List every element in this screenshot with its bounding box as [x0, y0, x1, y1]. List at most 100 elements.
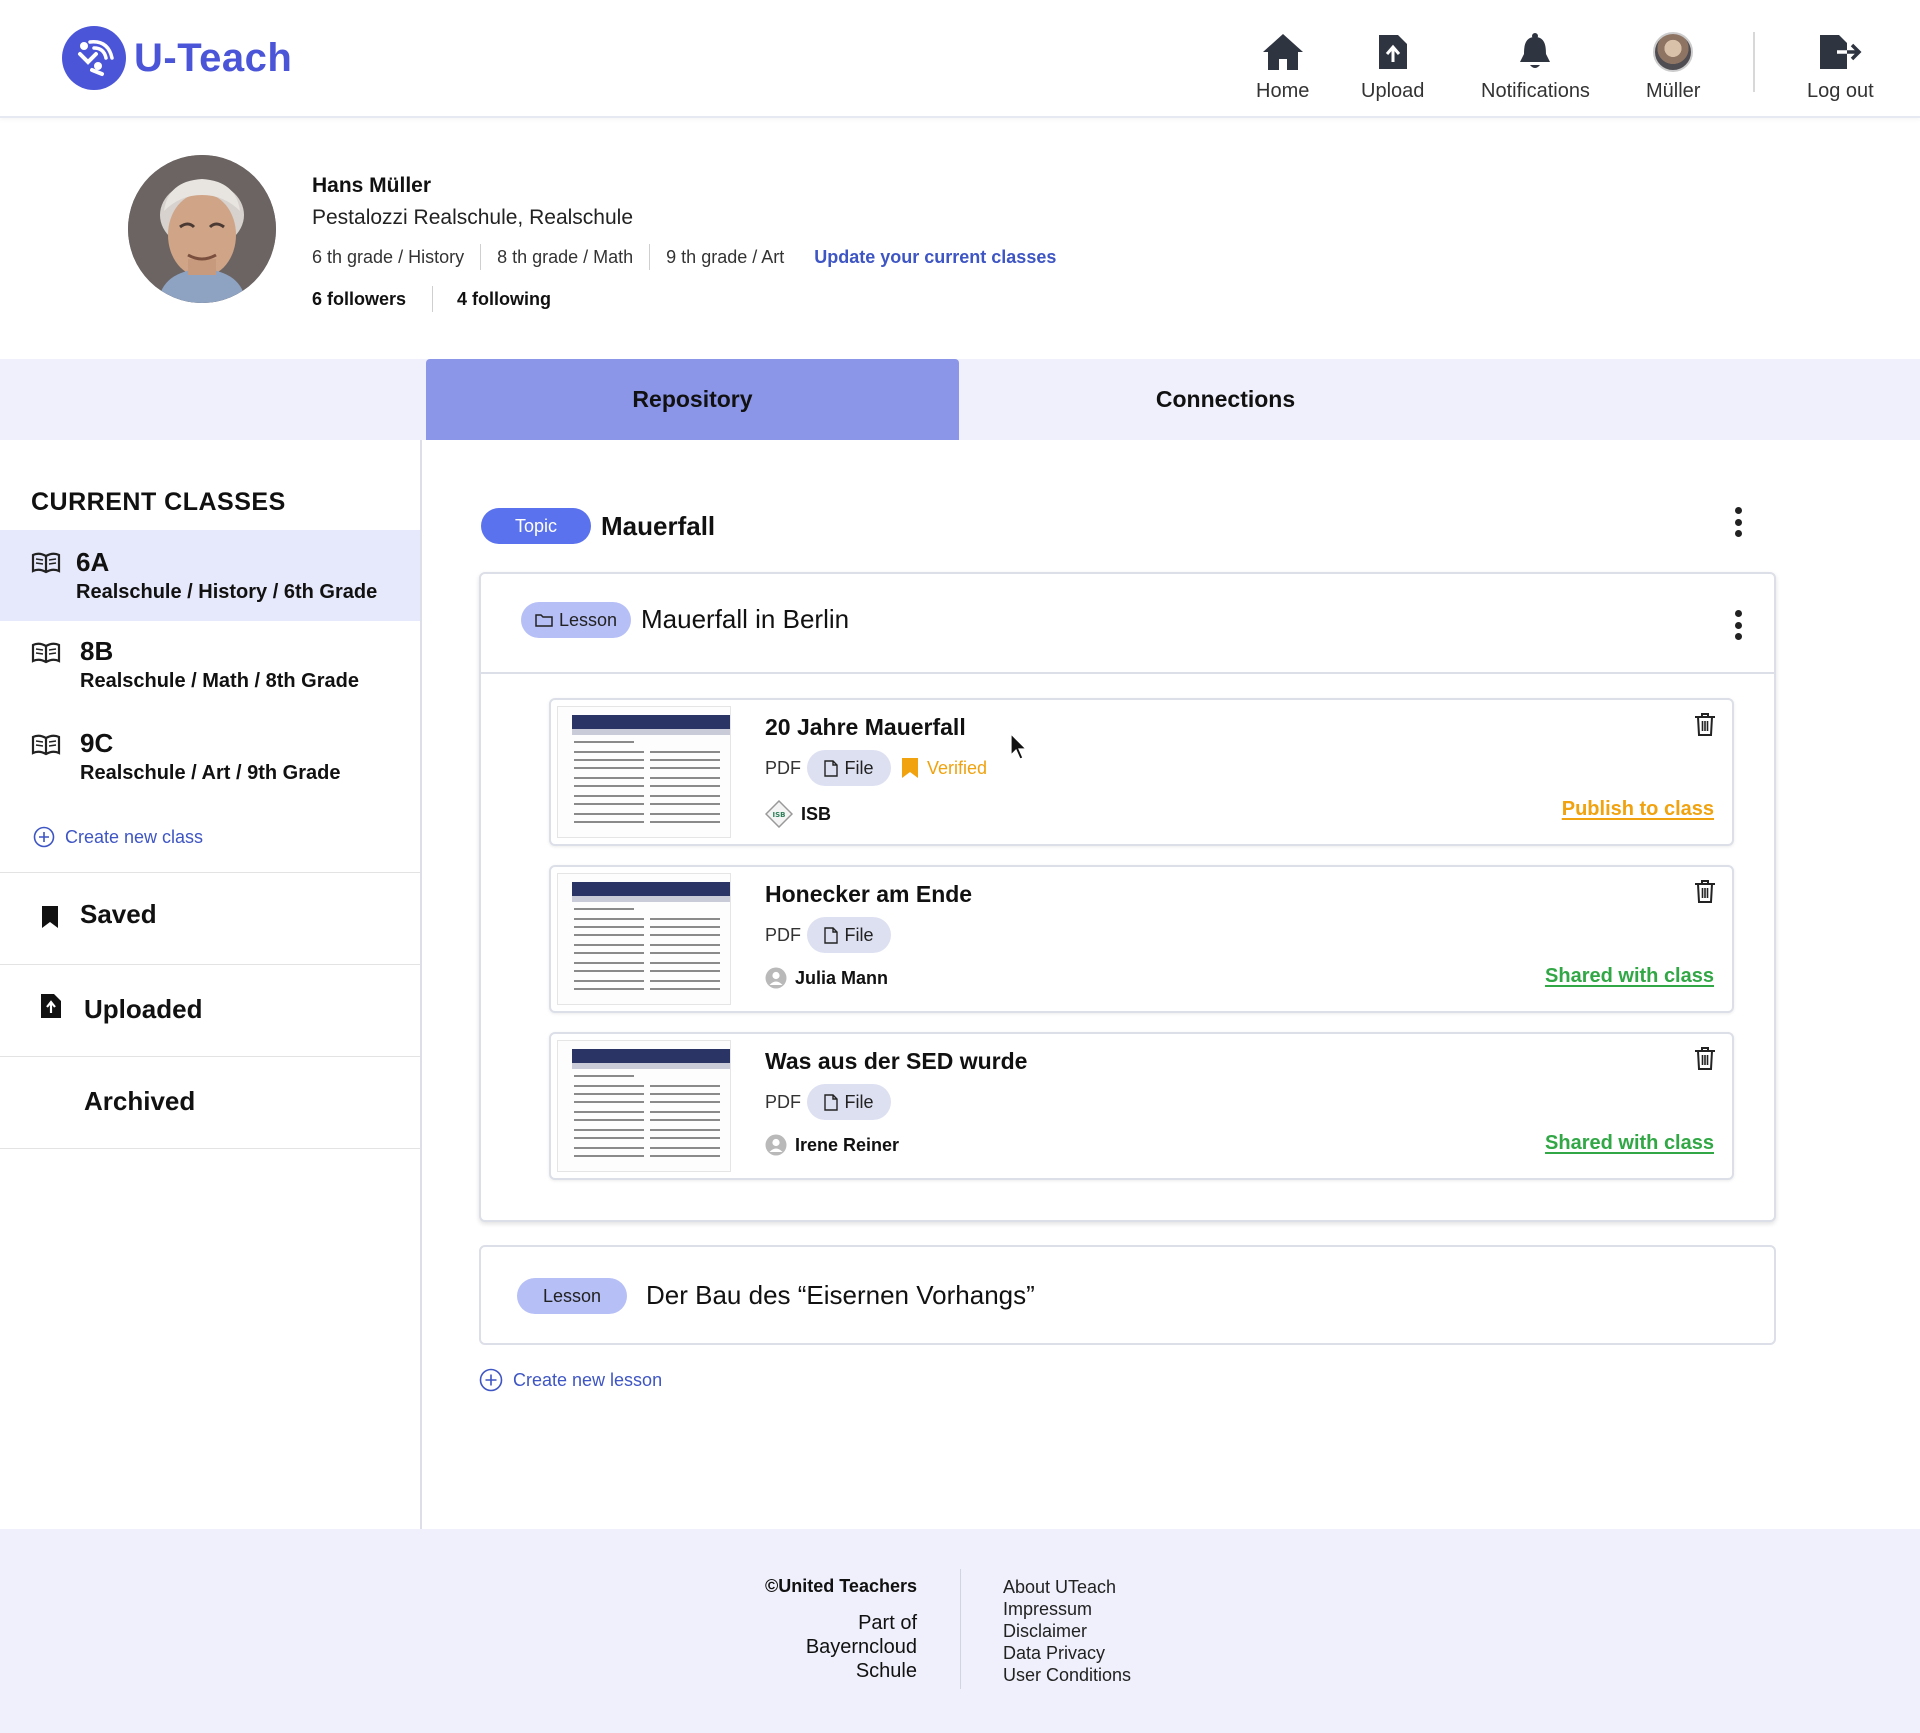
topic-header: Topic Mauerfall — [481, 508, 715, 544]
sidebar-title: CURRENT CLASSES — [31, 488, 286, 516]
trash-icon[interactable] — [1694, 712, 1716, 741]
nav-divider — [1753, 32, 1755, 92]
user-circle-icon — [765, 1134, 787, 1156]
shared-with-class-link[interactable]: Shared with class — [1545, 965, 1714, 988]
footer-link-user-conditions[interactable]: User Conditions — [1003, 1664, 1131, 1686]
file-type: PDF — [765, 1091, 801, 1112]
file-button-label: File — [844, 757, 874, 778]
avatar — [1653, 32, 1694, 72]
lesson-card-collapsed[interactable]: Lesson Der Bau des “Eisernen Vorhangs” — [479, 1245, 1776, 1345]
footer-links: About UTeach Impressum Disclaimer Data P… — [1003, 1576, 1131, 1686]
nav-notifications[interactable]: Notifications — [1481, 26, 1590, 103]
nav-user[interactable]: Müller — [1646, 26, 1700, 103]
sidebar-archived[interactable]: Archived — [0, 1057, 420, 1145]
trash-icon[interactable] — [1694, 1046, 1716, 1075]
footer: ©United Teachers Part of Bayerncloud Sch… — [0, 1529, 1920, 1733]
footer-part-of: Part of Bayerncloud Schule — [805, 1612, 917, 1682]
lesson-header: Lesson Mauerfall in Berlin — [481, 574, 1774, 674]
file-button[interactable]: File — [807, 1084, 891, 1120]
logo[interactable]: U-Teach — [62, 26, 292, 90]
shared-with-class-link[interactable]: Shared with class — [1545, 1132, 1714, 1155]
create-class-button[interactable]: Create new class — [33, 826, 203, 848]
file-type: PDF — [765, 757, 801, 778]
sidebar-class-6a[interactable]: 6A Realschule / History / 6th Grade — [0, 530, 420, 621]
followers-count[interactable]: 6 followers — [312, 286, 434, 312]
home-icon — [1261, 26, 1305, 72]
file-title[interactable]: Honecker am Ende — [765, 881, 972, 908]
footer-link-disclaimer[interactable]: Disclaimer — [1003, 1620, 1131, 1642]
sidebar-class-9c[interactable]: 9C Realschule / Art / 9th Grade — [0, 711, 420, 806]
document-thumbnail — [557, 1040, 731, 1172]
publish-to-class-link[interactable]: Publish to class — [1562, 798, 1714, 821]
footer-link-impressum[interactable]: Impressum — [1003, 1598, 1131, 1620]
file-button[interactable]: File — [807, 917, 891, 953]
document-thumbnail — [557, 873, 731, 1005]
file-icon — [824, 926, 839, 944]
sidebar: CURRENT CLASSES 6A Realschule / History … — [0, 440, 422, 1529]
document-thumbnail — [557, 706, 731, 838]
user-circle-icon — [765, 967, 787, 989]
file-button[interactable]: File — [807, 750, 891, 786]
file-card[interactable]: 20 Jahre Mauerfall PDF File Verified ISB… — [549, 698, 1734, 846]
profile-class-item: 9 th grade / Art — [666, 247, 785, 267]
bookmark-icon — [901, 757, 919, 779]
file-author: Irene Reiner — [765, 1134, 899, 1156]
sidebar-uploaded-label: Uploaded — [84, 994, 203, 1024]
plus-circle-icon — [33, 826, 55, 848]
tab-repository[interactable]: Repository — [426, 359, 959, 440]
nav-notifications-label: Notifications — [1481, 80, 1590, 102]
file-icon — [824, 759, 839, 777]
class-name: 6A — [76, 547, 110, 577]
nav-home[interactable]: Home — [1256, 26, 1309, 103]
trash-icon[interactable] — [1694, 879, 1716, 908]
following-count[interactable]: 4 following — [433, 286, 551, 312]
file-meta: PDF File — [765, 917, 891, 953]
sidebar-saved[interactable]: Saved — [0, 873, 420, 961]
sidebar-uploaded[interactable]: Uploaded — [0, 965, 420, 1053]
file-card[interactable]: Was aus der SED wurde PDF File Irene Rei… — [549, 1032, 1734, 1180]
footer-link-about[interactable]: About UTeach — [1003, 1576, 1131, 1598]
create-lesson-button[interactable]: Create new lesson — [479, 1368, 662, 1392]
topic-title: Mauerfall — [601, 510, 716, 541]
footer-divider — [960, 1569, 961, 1689]
user-avatar-wrap — [1653, 26, 1694, 72]
divider — [0, 1148, 420, 1149]
lesson-title: Mauerfall in Berlin — [641, 604, 850, 634]
lesson-more-icon[interactable] — [1733, 610, 1743, 640]
file-author: Julia Mann — [765, 967, 888, 989]
profile-class-item: 8 th grade / Math — [481, 244, 651, 270]
create-class-label: Create new class — [65, 826, 204, 847]
nav-upload-label: Upload — [1361, 80, 1425, 102]
nav-home-label: Home — [1256, 80, 1310, 102]
file-title[interactable]: 20 Jahre Mauerfall — [765, 714, 966, 741]
file-type: PDF — [765, 924, 801, 945]
topic-more-icon[interactable] — [1733, 507, 1743, 537]
lesson-badge: Lesson — [517, 1278, 627, 1314]
author-name: ISB — [801, 803, 832, 824]
file-author: ISB ISB — [765, 800, 831, 828]
footer-copyright: ©United Teachers — [765, 1576, 917, 1596]
bookmark-icon — [40, 905, 60, 934]
class-desc: Realschule / Math / 8th Grade — [80, 670, 359, 692]
profile-class-item: 6 th grade / History — [312, 244, 482, 270]
logo-mark-icon — [62, 26, 126, 90]
nav-logout[interactable]: Log out — [1807, 26, 1874, 103]
profile-school: Pestalozzi Realschule, Realschule — [312, 206, 633, 229]
class-desc: Realschule / History / 6th Grade — [76, 581, 378, 603]
class-desc: Realschule / Art / 9th Grade — [80, 762, 341, 784]
lesson-card: Lesson Mauerfall in Berlin 20 Jahre Maue… — [479, 572, 1776, 1222]
nav-upload[interactable]: Upload — [1361, 26, 1424, 103]
verified-badge: Verified — [901, 757, 987, 779]
file-meta: PDF File Verified — [765, 750, 987, 786]
logout-icon — [1817, 26, 1863, 72]
profile-name: Hans Müller — [312, 174, 432, 197]
tab-connections[interactable]: Connections — [959, 359, 1492, 440]
sidebar-class-8b[interactable]: 8B Realschule / Math / 8th Grade — [0, 621, 420, 711]
nav-logout-label: Log out — [1807, 80, 1874, 102]
file-card[interactable]: Honecker am Ende PDF File Julia Mann Sha… — [549, 865, 1734, 1013]
upload-file-icon — [1376, 26, 1410, 72]
update-classes-link[interactable]: Update your current classes — [814, 247, 1056, 268]
footer-link-data-privacy[interactable]: Data Privacy — [1003, 1642, 1131, 1664]
file-title[interactable]: Was aus der SED wurde — [765, 1048, 1027, 1075]
top-header: U-Teach Home Upload Notifications Müller… — [0, 0, 1920, 118]
